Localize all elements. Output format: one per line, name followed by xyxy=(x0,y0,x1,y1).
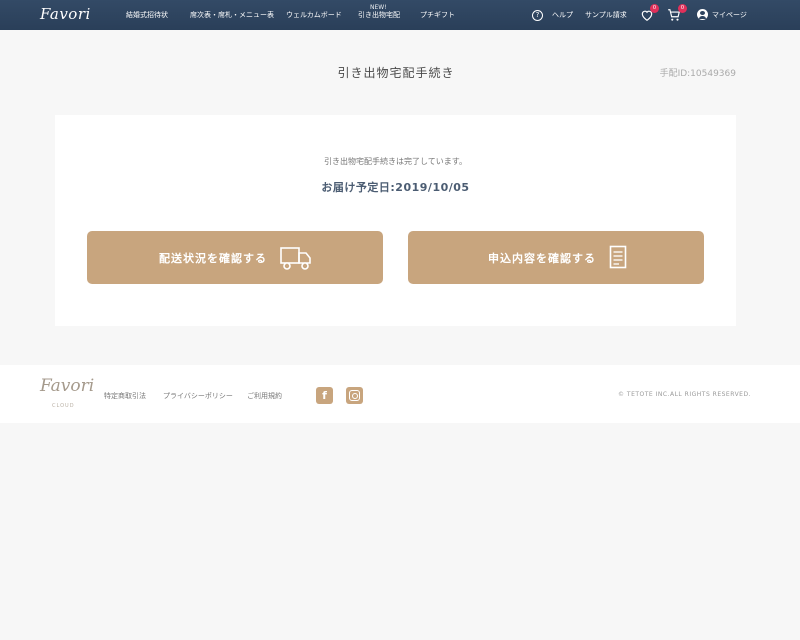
footer-link-commerce-law[interactable]: 特定商取引法 xyxy=(104,391,146,401)
check-shipping-status-label: 配送状況を確認する xyxy=(159,252,267,265)
copyright: © TETOTE INC.ALL RIGHTS RESERVED. xyxy=(618,391,751,398)
site-footer: Favori CLOUD 特定商取引法 プライバシーポリシー ご利用規約 f ©… xyxy=(0,365,800,423)
order-id: 手配ID:10549369 xyxy=(659,69,736,79)
nav-seating-menu[interactable]: 席次表・席札・メニュー表 xyxy=(190,0,274,30)
footer-logo[interactable]: Favori xyxy=(40,376,94,396)
site-header: Favori 結婚式招待状 席次表・席札・メニュー表 ウェルカムボード NEW!… xyxy=(0,0,800,30)
nav-welcome-board[interactable]: ウェルカムボード xyxy=(286,0,342,30)
footer-logo-sub: CLOUD xyxy=(52,403,75,409)
completion-card: 引き出物宅配手続きは完了しています。 お届け予定日:2019/10/05 配送状… xyxy=(55,115,736,326)
cart-count-badge: 0 xyxy=(678,4,687,13)
check-shipping-status-button[interactable]: 配送状況を確認する xyxy=(87,231,383,284)
nav-gift-delivery[interactable]: 引き出物宅配 xyxy=(358,0,400,30)
check-application-details-button[interactable]: 申込内容を確認する xyxy=(408,231,704,284)
user-icon[interactable] xyxy=(697,9,708,20)
document-icon xyxy=(609,245,627,269)
instagram-icon[interactable] xyxy=(346,387,363,404)
check-application-details-label: 申込内容を確認する xyxy=(488,252,596,265)
footer-link-privacy[interactable]: プライバシーポリシー xyxy=(163,391,233,401)
site-logo[interactable]: Favori xyxy=(40,5,91,23)
help-link[interactable]: ヘルプ xyxy=(552,0,573,30)
facebook-icon[interactable]: f xyxy=(316,387,333,404)
help-icon[interactable]: ? xyxy=(532,10,543,21)
favorites-count-badge: 0 xyxy=(650,4,659,13)
sample-request-link[interactable]: サンプル請求 xyxy=(585,0,627,30)
nav-petit-gift[interactable]: プチギフト xyxy=(420,0,455,30)
delivery-date: お届け予定日:2019/10/05 xyxy=(321,181,470,194)
nav-wedding-invitation[interactable]: 結婚式招待状 xyxy=(126,0,168,30)
completion-message: 引き出物宅配手続きは完了しています。 xyxy=(324,157,467,166)
footer-link-terms[interactable]: ご利用規約 xyxy=(247,391,282,401)
mypage-link[interactable]: マイページ xyxy=(712,0,747,30)
truck-icon xyxy=(280,247,311,270)
